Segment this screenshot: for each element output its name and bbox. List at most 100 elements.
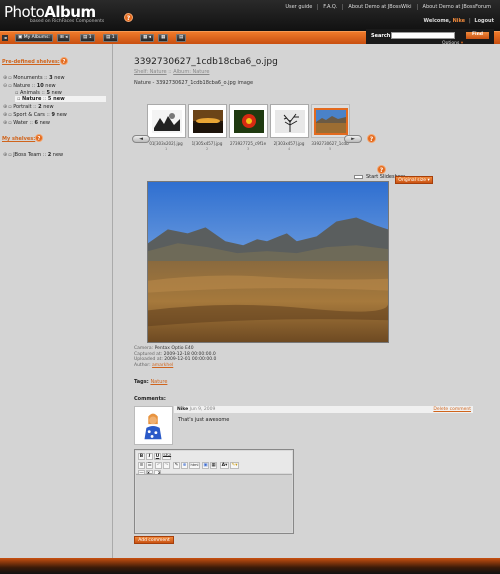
- expand-icon[interactable]: ⊕: [3, 75, 7, 81]
- help-icon[interactable]: ?: [35, 134, 43, 142]
- toolbar-button-2[interactable]: ▤ 1: [80, 34, 95, 42]
- collapse-icon[interactable]: ⊖: [3, 83, 7, 89]
- faq-link[interactable]: F.A.Q.: [317, 4, 342, 10]
- comments-title: Comments:: [134, 396, 166, 402]
- app-header: PhotoAlbum based on RichFaces Components…: [0, 0, 500, 31]
- thumbnail-5-selected[interactable]: [311, 104, 350, 138]
- scroll-right-arrow-icon[interactable]: ►: [344, 135, 362, 143]
- image-title: 3392730627_1cdb18cba6_o.jpg: [134, 57, 278, 67]
- strikethrough-button[interactable]: abc: [162, 453, 171, 460]
- help-icon[interactable]: ?: [60, 57, 68, 65]
- avatar: [134, 406, 173, 445]
- add-comment-button[interactable]: Add comment: [134, 536, 174, 544]
- scroll-left-arrow-icon[interactable]: ◄: [132, 135, 150, 143]
- table-icon[interactable]: ▦: [210, 462, 217, 469]
- thumbnail-3[interactable]: [229, 104, 268, 138]
- shelf-item-jboss-team[interactable]: ⊕▫ JBoss Team :: 2 new: [3, 152, 63, 158]
- comment-text: That's just awesome: [178, 417, 230, 423]
- shelf-item-portrait[interactable]: ⊕▫ Portrait :: 2 new: [3, 104, 54, 110]
- my-albums-button[interactable]: ▣ My Albums:: [15, 34, 53, 42]
- delete-comment-link[interactable]: Delete comment: [433, 406, 471, 413]
- thumbnail-number: 2: [206, 147, 209, 151]
- toolbar-button-4[interactable]: ▦ ◂: [140, 34, 154, 42]
- toolbar-button-5[interactable]: ▦: [158, 34, 169, 42]
- view-grid-button[interactable]: ⊞ ◂: [57, 34, 71, 42]
- find-button[interactable]: Find: [466, 32, 489, 39]
- user-guide-link[interactable]: User guide: [280, 4, 317, 10]
- shelf-item-water[interactable]: ⊕▫ Water :: 6 new: [3, 120, 50, 126]
- numbered-list-icon[interactable]: ☰: [146, 462, 153, 469]
- album-item-nature[interactable]: ▫ Nature :: 5 new: [15, 96, 106, 102]
- predefined-shelves-title[interactable]: Pre-defined shelves: ?: [2, 57, 68, 65]
- sidebar: Pre-defined shelves: ? ⊕▫ Monuments :: 3…: [0, 44, 113, 558]
- thumbnail-2[interactable]: [188, 104, 227, 138]
- main-photo[interactable]: [147, 181, 389, 343]
- comment-author: Nike: [177, 407, 189, 412]
- expand-icon[interactable]: ⊕: [3, 104, 7, 110]
- thumbnail-caption: 2[303x457].jpg: [273, 141, 305, 146]
- jboss-wiki-link[interactable]: About Demo at JBossWiki: [342, 4, 416, 10]
- thumbnail-4[interactable]: [270, 104, 309, 138]
- footer-bar: [0, 558, 500, 574]
- help-icon[interactable]: ?: [377, 165, 386, 174]
- underline-button[interactable]: U: [154, 453, 161, 460]
- thumbnail-number: 3: [247, 147, 250, 151]
- thumbnail-number: 4: [288, 147, 291, 151]
- logo-tagline: based on RichFaces Components: [30, 19, 105, 24]
- image-description: Nature - 3392730627_1cdb18cba6_o.jpg ima…: [134, 80, 254, 86]
- shelf-item-monuments[interactable]: ⊕▫ Monuments :: 3 new: [3, 75, 65, 81]
- expand-icon[interactable]: ⊕: [3, 152, 7, 158]
- comment-textarea[interactable]: [136, 474, 292, 532]
- top-links: User guide F.A.Q. About Demo at JBossWik…: [280, 4, 496, 10]
- html-icon[interactable]: html: [189, 462, 200, 469]
- logout-link[interactable]: Logout: [474, 18, 494, 24]
- username-link[interactable]: Nike: [453, 18, 465, 24]
- user-avatar-icon: [135, 407, 172, 444]
- original-size-button[interactable]: Original size ▾: [395, 176, 433, 184]
- breadcrumb: Shelf: Nature :: Album: Nature: [134, 69, 210, 75]
- editor-toolbar: B I U abc ≡ ☰ ↶ ↷ ✎ ⊕ html ▣ ▦ A▾ ✎▾ — x…: [136, 451, 292, 479]
- undo-icon[interactable]: ↶: [155, 462, 162, 469]
- shelf-item-sport-cars[interactable]: ⊕▫ Sport & Cars :: 9 new: [3, 112, 67, 118]
- help-icon[interactable]: ?: [124, 13, 133, 22]
- thumbnail-image: [152, 110, 182, 133]
- jboss-forum-link[interactable]: About Demo at JBossForum: [416, 4, 496, 10]
- my-shelves-title[interactable]: My shelves: ?: [2, 134, 43, 142]
- welcome-label: Welcome,: [423, 18, 451, 24]
- comment-date: Jun 9, 2009: [189, 407, 216, 412]
- photo-metadata: Camera: Pentax Optio E40 Captured at: 20…: [134, 346, 217, 368]
- shelf-link[interactable]: Shelf: Nature: [134, 69, 167, 75]
- search-input[interactable]: [391, 32, 455, 39]
- thumbnail-image: [193, 110, 223, 133]
- help-icon[interactable]: ?: [367, 134, 376, 143]
- cleanup-icon[interactable]: ✎: [173, 462, 180, 469]
- expand-icon[interactable]: ⊕: [3, 120, 7, 126]
- highlight-color-icon[interactable]: ✎▾: [230, 462, 239, 469]
- thumbnail-image: [314, 108, 348, 135]
- author-link[interactable]: amarkhel: [152, 363, 173, 368]
- redo-icon[interactable]: ↷: [163, 462, 170, 469]
- expand-icon[interactable]: ⊕: [3, 112, 7, 118]
- toolbar-button-6[interactable]: ▤: [176, 34, 187, 42]
- link-icon[interactable]: ⊕: [181, 462, 188, 469]
- slideshow-icon: [354, 174, 363, 179]
- tag-link[interactable]: Nature: [150, 379, 167, 385]
- welcome-bar: Welcome, Nike | Logout: [423, 18, 495, 24]
- thumbnail-image: [275, 110, 305, 133]
- app-logo[interactable]: PhotoAlbum based on RichFaces Components: [4, 3, 104, 24]
- thumbnail-image: [234, 110, 264, 133]
- collapse-arrow-icon[interactable]: ◄: [2, 35, 8, 41]
- image-icon[interactable]: ▣: [202, 462, 209, 469]
- shelf-item-nature[interactable]: ⊖▫ Nature :: 10 new: [3, 83, 56, 89]
- thumbnail-number: 5: [329, 147, 332, 151]
- thumbnail-caption: 273927725_c9f1e: [229, 141, 267, 146]
- comment-editor: B I U abc ≡ ☰ ↶ ↷ ✎ ⊕ html ▣ ▦ A▾ ✎▾ — x…: [134, 449, 294, 534]
- bullet-list-icon[interactable]: ≡: [138, 462, 145, 469]
- italic-button[interactable]: I: [146, 453, 153, 460]
- font-color-button[interactable]: A▾: [220, 462, 229, 469]
- bold-button[interactable]: B: [138, 453, 145, 460]
- thumbnail-1[interactable]: [147, 104, 186, 138]
- album-link[interactable]: Album: Nature: [173, 69, 209, 75]
- toolbar-button-3[interactable]: ▤ 1: [103, 34, 118, 42]
- thumbnail-number: 1: [165, 147, 168, 151]
